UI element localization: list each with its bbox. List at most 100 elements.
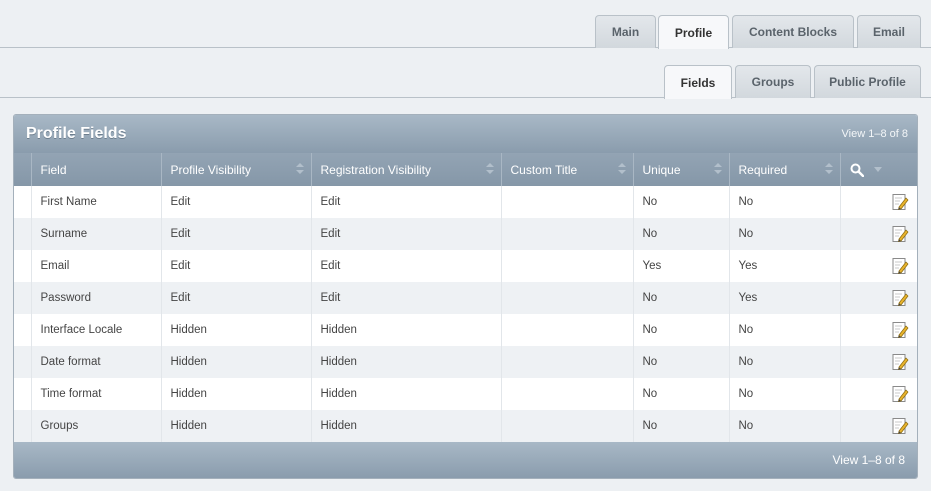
cell-registration-visibility: Edit [310,250,501,282]
cell-registration-visibility: Hidden [310,314,501,346]
table-row: Surname Edit Edit No No [14,218,917,250]
column-header-unique[interactable]: Unique [632,153,729,186]
cell-custom-title [500,218,633,250]
cell-custom-title [500,282,633,314]
panel-header: Profile Fields View 1–8 of 8 [14,115,917,153]
cell-profile-visibility: Edit [160,186,311,218]
column-header-custom-title[interactable]: Custom Title [500,153,633,186]
cell-required: No [728,410,840,442]
row-handle [14,186,31,218]
cell-custom-title [500,378,633,410]
cell-field: Interface Locale [30,314,161,346]
tab-main[interactable]: Main [595,15,656,48]
tab-content-blocks[interactable]: Content Blocks [732,15,854,48]
cell-profile-visibility: Edit [160,218,311,250]
cell-profile-visibility: Edit [160,282,311,314]
edit-icon[interactable] [891,353,909,371]
row-handle [14,378,31,410]
cell-action [839,282,917,314]
cell-action [839,314,917,346]
cell-required: No [728,314,840,346]
column-header-search[interactable] [839,153,917,186]
cell-action [839,218,917,250]
column-label: Custom Title [510,162,578,177]
cell-field: Time format [30,378,161,410]
edit-icon[interactable] [891,289,909,307]
table-row: Email Edit Edit Yes Yes [14,250,917,282]
column-label: Registration Visibility [320,162,432,177]
column-header-registration-visibility[interactable]: Registration Visibility [310,153,501,186]
cell-required: No [728,218,840,250]
cell-custom-title [500,346,633,378]
cell-action [839,410,917,442]
cell-profile-visibility: Hidden [160,378,311,410]
cell-unique: No [632,314,729,346]
row-handle [14,314,31,346]
subtab-public-profile[interactable]: Public Profile [814,65,921,98]
cell-required: No [728,346,840,378]
cell-required: Yes [728,250,840,282]
fields-table: Field Profile Visibility Registration Vi… [14,153,917,442]
table-row: Time format Hidden Hidden No No [14,378,917,410]
row-handle [14,218,31,250]
table-row: Password Edit Edit No Yes [14,282,917,314]
cell-registration-visibility: Hidden [310,410,501,442]
cell-field: First Name [30,186,161,218]
table-row: Groups Hidden Hidden No No [14,410,917,442]
table-row: First Name Edit Edit No No [14,186,917,218]
cell-required: No [728,378,840,410]
edit-icon[interactable] [891,417,909,435]
sort-icon[interactable] [713,163,722,174]
cell-required: Yes [728,282,840,314]
cell-field: Email [30,250,161,282]
cell-profile-visibility: Hidden [160,314,311,346]
tab-profile[interactable]: Profile [658,15,729,49]
column-label: Unique [642,162,681,177]
sort-icon[interactable] [295,163,304,174]
subtab-fields[interactable]: Fields [664,65,732,99]
cell-action [839,250,917,282]
column-header-profile-visibility[interactable]: Profile Visibility [160,153,311,186]
cell-profile-visibility: Hidden [160,346,311,378]
sort-icon[interactable] [824,163,833,174]
profile-fields-panel: Profile Fields View 1–8 of 8 Field Profi… [13,114,918,479]
cell-field: Groups [30,410,161,442]
edit-icon[interactable] [891,321,909,339]
row-handle-header [14,153,31,186]
chevron-down-icon[interactable] [873,167,882,172]
cell-registration-visibility: Hidden [310,378,501,410]
cell-unique: No [632,186,729,218]
edit-icon[interactable] [891,257,909,275]
cell-action [839,378,917,410]
panel-title: Profile Fields [26,125,127,142]
cell-custom-title [500,186,633,218]
cell-custom-title [500,250,633,282]
tab-email[interactable]: Email [857,15,921,48]
subtab-groups[interactable]: Groups [735,65,811,98]
cell-required: No [728,186,840,218]
column-header-required[interactable]: Required [728,153,840,186]
panel-footer: View 1–8 of 8 [14,442,917,478]
cell-unique: No [632,282,729,314]
table-header-row: Field Profile Visibility Registration Vi… [14,153,917,186]
cell-field: Date format [30,346,161,378]
cell-unique: No [632,346,729,378]
column-label: Required [738,162,788,177]
column-label: Field [40,162,67,177]
cell-custom-title [500,314,633,346]
edit-icon[interactable] [891,385,909,403]
column-header-field[interactable]: Field [30,153,161,186]
row-handle [14,410,31,442]
cell-profile-visibility: Hidden [160,410,311,442]
cell-field: Surname [30,218,161,250]
sort-icon[interactable] [485,163,494,174]
search-icon[interactable] [850,163,864,177]
cell-action [839,186,917,218]
cell-field: Password [30,282,161,314]
edit-icon[interactable] [891,193,909,211]
sort-icon[interactable] [617,163,626,174]
cell-registration-visibility: Edit [310,186,501,218]
edit-icon[interactable] [891,225,909,243]
cell-unique: No [632,218,729,250]
cell-profile-visibility: Edit [160,250,311,282]
